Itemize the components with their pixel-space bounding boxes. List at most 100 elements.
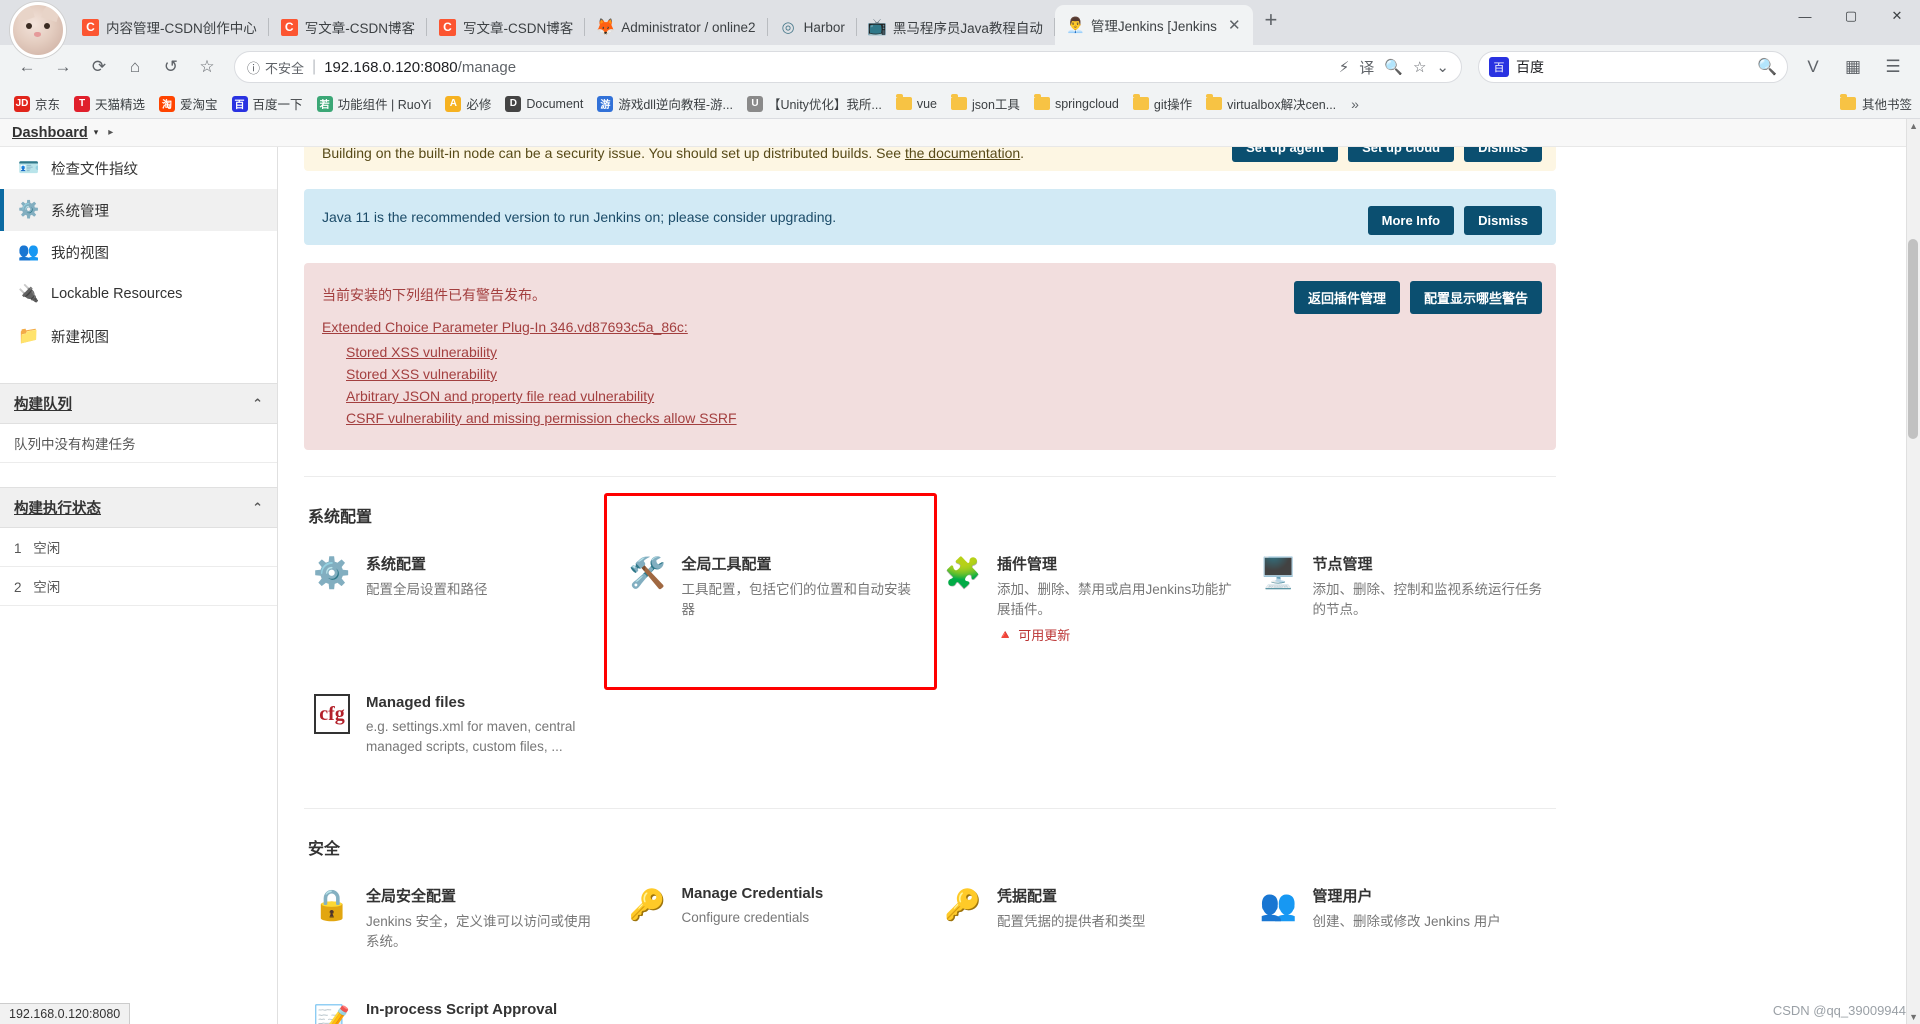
csdn-icon: C (439, 18, 456, 36)
card-manage-users[interactable]: 👥 管理用户 创建、删除或修改 Jenkins 用户 (1251, 873, 1557, 963)
bookmark-folder-springcloud[interactable]: springcloud (1028, 94, 1125, 114)
bookmark-3[interactable]: 百百度一下 (226, 91, 309, 116)
bookmark-label: vue (916, 96, 937, 111)
bookmark-4[interactable]: 若功能组件 | RuoYi (311, 91, 438, 116)
chevron-up-icon[interactable]: ⌃ (252, 396, 263, 412)
bookmark-folder-vue[interactable]: vue (890, 94, 943, 114)
card-node-manager[interactable]: 🖥️ 节点管理 添加、删除、控制和监视系统运行任务的节点。 (1251, 541, 1557, 656)
forward-icon[interactable]: → (46, 50, 80, 84)
search-box[interactable]: 百 百度 🔍 (1478, 51, 1788, 83)
bilibili-icon: 📺 (867, 19, 888, 36)
chevron-down-icon[interactable]: ⌄ (1436, 58, 1449, 76)
card-global-security[interactable]: 🔒 全局安全配置 Jenkins 安全，定义谁可以访问或使用系统。 (304, 873, 610, 963)
scroll-down-icon[interactable]: ▼ (1909, 1012, 1918, 1022)
bookmark-label: springcloud (1054, 96, 1119, 111)
address-bar[interactable]: ⓘ 不安全 | 192.168.0.120:8080/manage ⚡ 译 🔍 … (234, 51, 1462, 83)
search-input[interactable]: 百度 (1516, 57, 1750, 77)
documentation-link[interactable]: the documentation (905, 147, 1020, 161)
profile-avatar[interactable] (10, 2, 66, 58)
bookmark-folder-virtualbox[interactable]: virtualbox解决cen... (1200, 91, 1342, 116)
bookmark-1[interactable]: T 天猫精选 (68, 91, 151, 116)
configure-warnings-button[interactable]: 配置显示哪些警告 (1409, 281, 1542, 314)
sidebar-item-new-view[interactable]: 📁 新建视图 (0, 315, 277, 357)
home-icon[interactable]: ⌂ (118, 50, 152, 84)
bookmark-5[interactable]: A 必修 (439, 91, 497, 116)
new-tab-button[interactable]: + (1253, 8, 1288, 37)
build-executor-header[interactable]: 构建执行状态 ⌃ (0, 487, 277, 528)
scrollbar-thumb[interactable] (1908, 239, 1918, 439)
not-secure-badge[interactable]: ⓘ 不安全 (247, 58, 304, 77)
sidebar-item-fingerprint[interactable]: 🪪 检查文件指纹 (0, 147, 277, 189)
maximize-button[interactable]: ▢ (1828, 0, 1874, 32)
chevron-down-icon[interactable]: ▾ (94, 127, 99, 138)
page-scrollbar[interactable]: ▲ ▼ (1906, 119, 1920, 1024)
minimize-button[interactable]: — (1782, 0, 1828, 32)
undo-icon[interactable]: ↺ (154, 50, 188, 84)
dismiss-button[interactable]: Dismiss (1464, 147, 1542, 162)
card-plugin-manager[interactable]: 🧩 插件管理 添加、删除、禁用或启用Jenkins功能扩展插件。 🔺 可用更新 (935, 541, 1241, 656)
bookmark-8[interactable]: U 【Unity优化】我所... (741, 91, 888, 116)
breadcrumb-dashboard[interactable]: Dashboard (12, 125, 88, 141)
card-managed-files[interactable]: cfg Managed files e.g. settings.xml for … (304, 682, 610, 768)
browser-tab-2[interactable]: C 写文章-CSDN博客 (427, 9, 586, 45)
bookmark-folder-json[interactable]: json工具 (945, 91, 1026, 116)
build-queue-header[interactable]: 构建队列 ⌃ (0, 383, 277, 424)
browser-menu-icon[interactable]: ☰ (1876, 50, 1910, 84)
page-body: 🪪 检查文件指纹 ⚙️ 系统管理 👥 我的视图 🔌 Lockable Resou… (0, 119, 1920, 1024)
vulnerability-link[interactable]: CSRF vulnerability and missing permissio… (346, 410, 1538, 426)
close-window-button[interactable]: ✕ (1874, 0, 1920, 32)
section-title-security: 安全 (308, 841, 341, 859)
sidebar-item-my-views[interactable]: 👥 我的视图 (0, 231, 277, 273)
plugin-link[interactable]: Extended Choice Parameter Plug-In 346.vd… (322, 319, 688, 335)
more-info-button[interactable]: More Info (1367, 206, 1455, 235)
bookmark-7[interactable]: 游游戏dll逆向教程-游... (591, 91, 739, 116)
bookmark-label: 天猫精选 (95, 98, 146, 112)
vulnerability-link[interactable]: Stored XSS vulnerability (346, 344, 1538, 360)
dismiss-button[interactable]: Dismiss (1464, 206, 1542, 235)
card-manage-credentials[interactable]: 🔑 Manage Credentials Configure credentia… (620, 873, 926, 963)
apps-grid-icon[interactable]: ▦ (1836, 50, 1870, 84)
card-system-config[interactable]: ⚙️ 系统配置 配置全局设置和路径 (304, 541, 610, 656)
bookmark-0[interactable]: JD 京东 (8, 91, 66, 116)
chevron-up-icon[interactable]: ⌃ (252, 500, 263, 516)
bookmarks-overflow-button[interactable]: » (1344, 93, 1366, 115)
browser-tab-4[interactable]: ◎ Harbor (768, 9, 857, 45)
profile-icon[interactable]: V (1796, 50, 1830, 84)
browser-tab-6-active[interactable]: 👨‍💼 管理Jenkins [Jenkins ✕ (1054, 5, 1253, 45)
browser-tab-5[interactable]: 📺 黑马程序员Java教程自动 (857, 9, 1055, 45)
card-credentials-config[interactable]: 🔑 凭据配置 配置凭据的提供者和类型 (935, 873, 1241, 963)
sidebar-item-manage[interactable]: ⚙️ 系统管理 (0, 189, 277, 231)
card-title: Managed files (366, 694, 466, 712)
set-up-cloud-button[interactable]: Set up cloud (1348, 147, 1455, 162)
card-global-tool-config[interactable]: 🛠️ 全局工具配置 工具配置，包括它们的位置和自动安装器 (603, 492, 937, 691)
folder-icon (951, 94, 967, 110)
bookmark-2[interactable]: 淘爱淘宝 (153, 91, 224, 116)
watermark: CSDN @qq_39009944 (1772, 1003, 1906, 1018)
bookmark-folder-git[interactable]: git操作 (1127, 91, 1198, 116)
scroll-up-icon[interactable]: ▲ (1909, 121, 1918, 131)
vulnerability-link[interactable]: Arbitrary JSON and property file read vu… (346, 388, 1538, 404)
browser-tab-3[interactable]: 🦊 Administrator / online2 (585, 9, 768, 45)
back-to-plugin-manager-button[interactable]: 返回插件管理 (1293, 281, 1400, 314)
card-title: Manage Credentials (681, 885, 824, 903)
bookmark-6[interactable]: D Document (499, 93, 589, 115)
card-script-approval[interactable]: 📝 In-process Script Approval Allows a Je… (304, 989, 610, 1024)
browser-tab-0[interactable]: C 内容管理-CSDN创作中心 (70, 9, 269, 45)
search-icon[interactable]: 🔍 (1757, 57, 1777, 77)
bookmark-star-icon[interactable]: ☆ (190, 50, 224, 84)
other-bookmarks-label: 其他书签 (1861, 98, 1912, 112)
lightning-icon[interactable]: ⚡ (1339, 58, 1350, 76)
zoom-icon[interactable]: 🔍 (1384, 58, 1403, 76)
executor-row[interactable]: 2 空闲 (0, 567, 277, 606)
other-bookmarks[interactable]: 其他书签 (1839, 94, 1912, 113)
executor-row[interactable]: 1 空闲 (0, 528, 277, 567)
set-up-agent-button[interactable]: Set up agent (1232, 147, 1339, 162)
available-update-label: 可用更新 (1018, 628, 1071, 644)
translate-icon[interactable]: 译 (1359, 57, 1374, 78)
sidebar-item-lockable-resources[interactable]: 🔌 Lockable Resources (0, 273, 277, 315)
browser-tab-1[interactable]: C 写文章-CSDN博客 (269, 9, 427, 45)
vulnerability-link[interactable]: Stored XSS vulnerability (346, 366, 1538, 382)
star-icon[interactable]: ☆ (1413, 58, 1426, 76)
close-icon[interactable]: ✕ (1228, 18, 1241, 33)
reload-icon[interactable]: ⟳ (82, 50, 116, 84)
